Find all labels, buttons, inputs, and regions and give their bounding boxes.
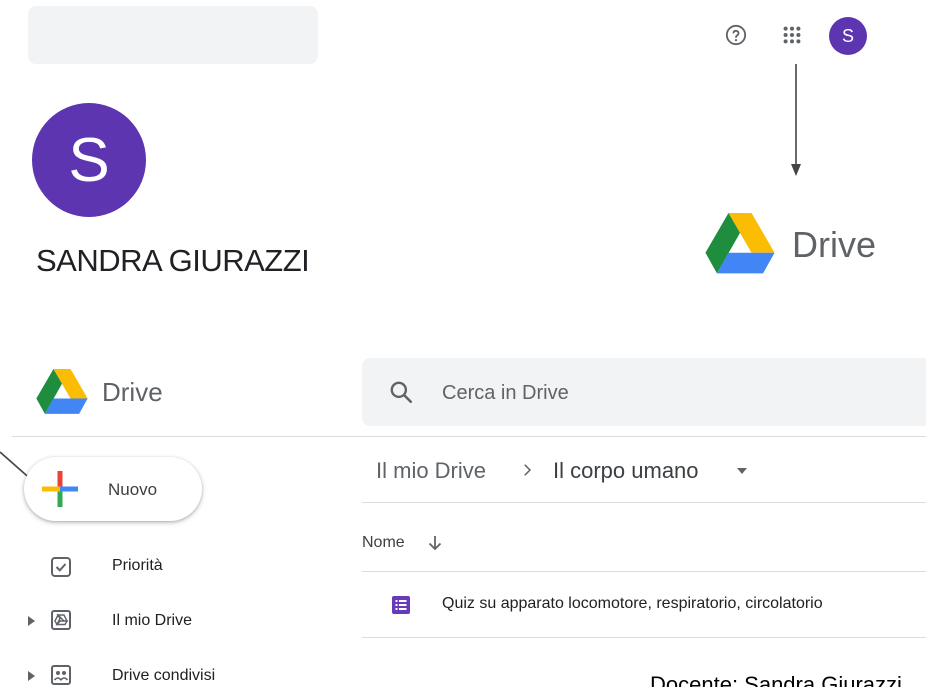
apps-grid-icon[interactable] — [781, 24, 803, 46]
new-button-label: Nuovo — [108, 480, 158, 499]
drive-logo-text: Drive — [792, 224, 877, 265]
breadcrumb-my-drive[interactable]: Il mio Drive — [376, 458, 486, 484]
profile-avatar: S — [32, 103, 146, 217]
breadcrumb-divider — [362, 502, 926, 503]
arrow-down-icon[interactable] — [426, 533, 444, 553]
drive-header-title[interactable]: Drive — [102, 377, 163, 408]
file-name[interactable]: Quiz su apparato locomotore, respiratori… — [442, 595, 823, 613]
my-drive-icon — [51, 610, 71, 630]
colored-plus-icon — [42, 471, 78, 507]
google-drive-logo-icon[interactable] — [705, 213, 775, 275]
help-icon[interactable] — [725, 24, 747, 46]
row-divider — [362, 637, 926, 638]
profile-avatar-letter: S — [68, 125, 110, 195]
chevron-right-icon — [524, 464, 532, 476]
sidebar-item-my-drive[interactable]: Il mio Drive — [112, 612, 192, 630]
priority-icon — [51, 557, 71, 577]
column-header-name[interactable]: Nome — [362, 534, 405, 552]
account-avatar-button[interactable]: S — [829, 17, 867, 55]
top-search-bar[interactable] — [28, 6, 318, 64]
expand-caret-icon[interactable] — [26, 615, 36, 627]
caret-down-icon[interactable] — [736, 466, 748, 476]
footer-caption: Docente: Sandra Giurazzi — [650, 672, 902, 687]
forms-icon — [392, 596, 410, 614]
search-icon[interactable] — [388, 379, 414, 405]
shared-drives-icon — [51, 665, 71, 685]
avatar-letter: S — [841, 25, 854, 46]
search-input[interactable] — [440, 378, 864, 408]
sidebar-item-priority[interactable]: Priorità — [112, 557, 163, 575]
drive-header-logo-icon[interactable] — [36, 369, 88, 415]
breadcrumb-current-folder[interactable]: Il corpo umano — [553, 458, 699, 484]
profile-name: SANDRA GIURAZZI — [36, 243, 310, 278]
expand-caret-icon[interactable] — [26, 670, 36, 682]
header-divider — [12, 436, 926, 437]
sidebar-item-shared-drives[interactable]: Drive condivisi — [112, 667, 215, 685]
